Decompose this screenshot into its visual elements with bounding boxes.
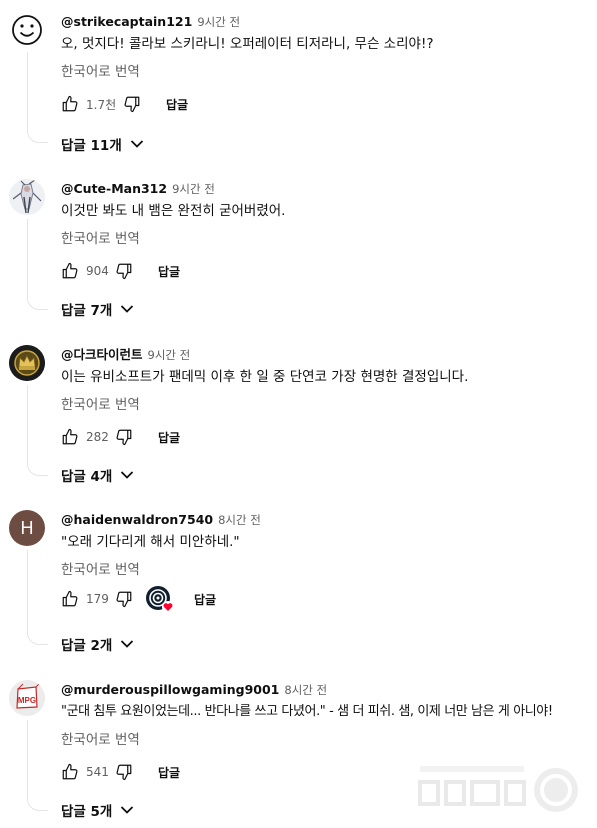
crown-emblem-icon bbox=[9, 345, 45, 381]
chevron-down-icon bbox=[121, 806, 134, 814]
like-button[interactable] bbox=[58, 92, 82, 116]
comment-time[interactable]: 9시간 전 bbox=[172, 182, 215, 196]
pillow-logo-icon: MPG bbox=[9, 680, 45, 716]
like-button[interactable] bbox=[58, 425, 82, 449]
comment-text: "오래 기다리게 해서 미안하네." bbox=[61, 534, 240, 550]
chevron-down-icon bbox=[121, 471, 134, 479]
replies-count: 답글 11개 bbox=[61, 138, 122, 154]
thumbs-up-icon bbox=[62, 262, 78, 279]
chevron-down-icon bbox=[130, 140, 143, 148]
comment-author[interactable]: @다크타이런트 bbox=[61, 347, 143, 362]
reply-button[interactable]: 답글 bbox=[158, 429, 180, 446]
avatar[interactable] bbox=[9, 179, 45, 215]
translate-link[interactable]: 한국어로 번역 bbox=[61, 560, 140, 580]
smiley-face-icon bbox=[12, 15, 42, 45]
thumbs-up-icon bbox=[62, 428, 78, 445]
translate-link[interactable]: 한국어로 번역 bbox=[61, 229, 140, 249]
like-count: 541 bbox=[86, 765, 109, 779]
view-replies-button[interactable]: 답글 2개 bbox=[61, 634, 134, 654]
comment-text: 오, 멋지다! 콜라보 스키라니! 오퍼레이터 티저라니, 무슨 소리야!? bbox=[61, 36, 434, 52]
dislike-button[interactable] bbox=[112, 259, 136, 283]
comment-time[interactable]: 9시간 전 bbox=[197, 15, 240, 29]
creator-heart-badge bbox=[146, 586, 174, 613]
comment-text: "군대 침투 요원이었는데... 반다나를 쓰고 다녔어." - 샘 더 피쉬.… bbox=[61, 704, 553, 719]
comment-time[interactable]: 8시간 전 bbox=[218, 513, 261, 527]
reply-button[interactable]: 답글 bbox=[158, 764, 180, 781]
thumbs-up-icon bbox=[62, 590, 78, 607]
reply-thread-line bbox=[27, 219, 48, 310]
reply-thread-line bbox=[27, 385, 48, 476]
reply-thread-line bbox=[27, 550, 48, 645]
watermark-logo-graphic bbox=[418, 766, 578, 812]
reply-button[interactable]: 답글 bbox=[166, 96, 188, 113]
like-count: 179 bbox=[86, 592, 109, 606]
heart-icon bbox=[162, 601, 174, 613]
like-button[interactable] bbox=[58, 760, 82, 784]
dislike-button[interactable] bbox=[112, 425, 136, 449]
comment-actions: 541 답글 bbox=[58, 760, 180, 784]
dislike-button[interactable] bbox=[112, 760, 136, 784]
view-replies-button[interactable]: 답글 4개 bbox=[61, 465, 134, 485]
like-button[interactable] bbox=[58, 587, 82, 611]
replies-count: 답글 7개 bbox=[61, 303, 113, 319]
watermark-logo bbox=[418, 760, 583, 820]
comment-actions: 179 답글 bbox=[58, 584, 216, 614]
comment-actions: 282 답글 bbox=[58, 425, 180, 449]
thumbs-down-icon bbox=[124, 96, 140, 113]
comment-author[interactable]: @murderouspillowgaming9001 bbox=[61, 682, 279, 697]
like-button[interactable] bbox=[58, 259, 82, 283]
translate-link[interactable]: 한국어로 번역 bbox=[61, 730, 140, 750]
reply-thread-line bbox=[27, 52, 48, 143]
translate-link[interactable]: 한국어로 번역 bbox=[61, 395, 140, 415]
avatar[interactable] bbox=[9, 12, 45, 48]
thumbs-down-icon bbox=[116, 764, 132, 781]
thumbs-down-icon bbox=[116, 263, 132, 280]
comment-author[interactable]: @haidenwaldron7540 bbox=[61, 512, 213, 527]
chevron-down-icon bbox=[121, 305, 134, 313]
like-count: 904 bbox=[86, 264, 109, 278]
reply-thread-line bbox=[27, 720, 48, 811]
comment-actions: 1.7천 답글 bbox=[58, 92, 188, 116]
view-replies-button[interactable]: 답글 7개 bbox=[61, 299, 134, 319]
comment-author[interactable]: @strikecaptain121 bbox=[61, 14, 192, 29]
comment-actions: 904 답글 bbox=[58, 259, 180, 283]
reply-button[interactable]: 답글 bbox=[194, 591, 216, 608]
thumbs-up-icon bbox=[62, 763, 78, 780]
replies-count: 답글 2개 bbox=[61, 638, 113, 654]
avatar-letter: H bbox=[20, 517, 34, 538]
like-count: 1.7천 bbox=[86, 97, 117, 112]
avatar[interactable]: H bbox=[9, 510, 45, 546]
dislike-button[interactable] bbox=[120, 92, 144, 116]
replies-count: 답글 5개 bbox=[61, 804, 113, 820]
thumbs-down-icon bbox=[116, 591, 132, 608]
chevron-down-icon bbox=[121, 640, 134, 648]
view-replies-button[interactable]: 답글 5개 bbox=[61, 800, 134, 820]
like-count: 282 bbox=[86, 430, 109, 444]
comment-time[interactable]: 8시간 전 bbox=[284, 683, 327, 697]
avatar[interactable]: MPG bbox=[9, 680, 45, 716]
comment-time[interactable]: 9시간 전 bbox=[148, 348, 191, 362]
comment-text: 이는 유비소프트가 팬데믹 이후 한 일 중 단연코 가장 현명한 결정입니다. bbox=[61, 369, 469, 385]
thumbs-down-icon bbox=[116, 429, 132, 446]
view-replies-button[interactable]: 답글 11개 bbox=[61, 134, 144, 154]
replies-count: 답글 4개 bbox=[61, 469, 113, 485]
avatar[interactable] bbox=[9, 345, 45, 381]
comment-author[interactable]: @Cute-Man312 bbox=[61, 181, 167, 196]
comment-text: 이것만 봐도 내 뱀은 완전히 굳어버렸어. bbox=[61, 203, 286, 219]
anime-character-icon bbox=[9, 179, 45, 215]
thumbs-up-icon bbox=[62, 95, 78, 112]
reply-button[interactable]: 답글 bbox=[158, 263, 180, 280]
avatar-logo-text: MPG bbox=[18, 696, 36, 705]
translate-link[interactable]: 한국어로 번역 bbox=[61, 62, 140, 82]
dislike-button[interactable] bbox=[112, 587, 136, 611]
